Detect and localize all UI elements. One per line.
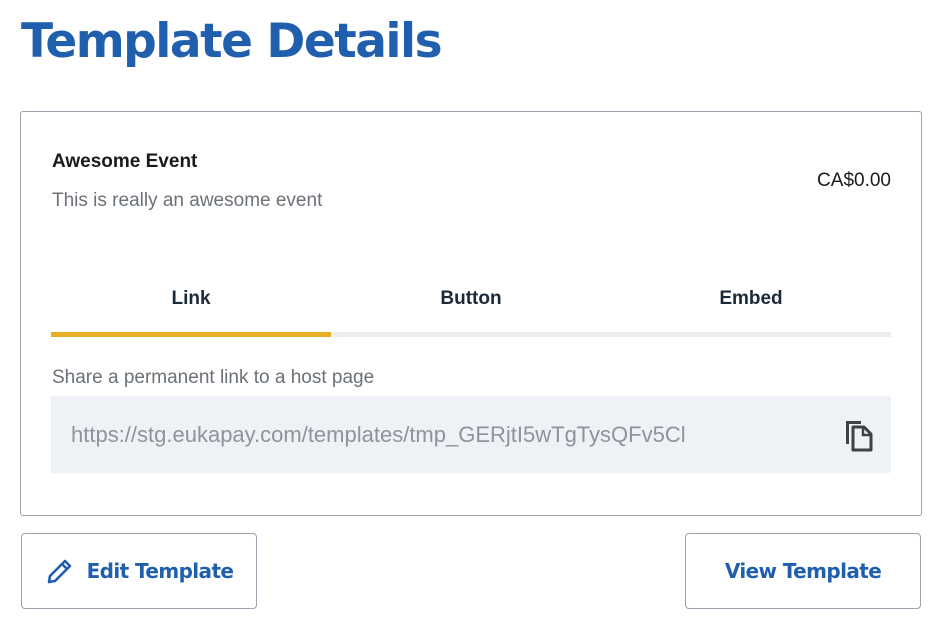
page-title: Template Details bbox=[21, 14, 443, 69]
tab-button[interactable]: Button bbox=[331, 280, 611, 338]
share-link-label: Share a permanent link to a host page bbox=[52, 367, 375, 388]
share-link-box bbox=[51, 396, 891, 473]
edit-template-label: Edit Template bbox=[86, 559, 234, 583]
copy-link-button[interactable] bbox=[841, 418, 875, 452]
tab-embed[interactable]: Embed bbox=[611, 280, 891, 338]
active-tab-indicator bbox=[51, 332, 331, 337]
template-card: Awesome Event This is really an awesome … bbox=[20, 111, 922, 516]
view-template-button[interactable]: View Template bbox=[685, 533, 921, 609]
edit-template-button[interactable]: Edit Template bbox=[21, 533, 257, 609]
share-tabs: Link Button Embed bbox=[51, 280, 891, 338]
event-description: This is really an awesome event bbox=[52, 190, 323, 211]
copy-icon bbox=[846, 421, 873, 452]
tab-link[interactable]: Link bbox=[51, 280, 331, 338]
pencil-icon bbox=[45, 556, 75, 586]
event-price: CA$0.00 bbox=[817, 170, 891, 191]
share-link-field[interactable] bbox=[71, 396, 807, 473]
view-template-label: View Template bbox=[724, 559, 882, 583]
event-name: Awesome Event bbox=[52, 151, 198, 172]
